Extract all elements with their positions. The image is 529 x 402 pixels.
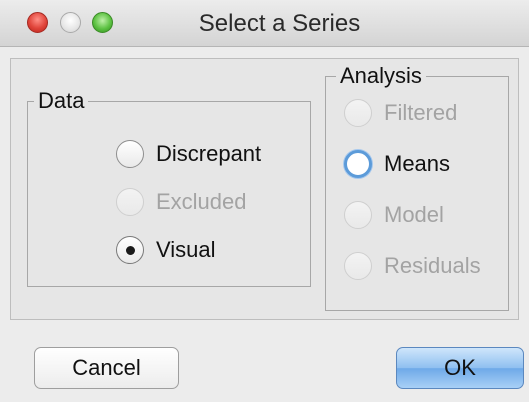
model-label: Model [384, 202, 444, 227]
visual-radio-checked-icon[interactable] [116, 236, 144, 264]
residuals-radio-icon [344, 252, 372, 280]
means-label: Means [384, 151, 451, 176]
discrepant-radio-icon[interactable] [116, 140, 144, 168]
window-title: Select a Series [198, 10, 361, 37]
model-radio-icon [344, 201, 372, 229]
discrepant-label: Discrepant [156, 141, 262, 166]
excluded-radio-icon [116, 188, 144, 216]
ok-button[interactable]: OK [396, 347, 524, 389]
residuals-label: Residuals [384, 253, 481, 278]
analysis-group-legend: Analysis [336, 63, 426, 89]
radio-option-means[interactable]: Means [344, 150, 450, 178]
radio-option-excluded: Excluded [116, 188, 247, 216]
data-group: Data Discrepant Excluded Visual [27, 88, 311, 287]
visual-label: Visual [156, 237, 216, 262]
dialog-content-panel: Data Discrepant Excluded Visual Analysis… [10, 58, 519, 320]
radio-option-discrepant[interactable]: Discrepant [116, 140, 261, 168]
cancel-button[interactable]: Cancel [34, 347, 179, 389]
radio-option-residuals: Residuals [344, 252, 481, 280]
means-radio-focused-icon[interactable] [344, 150, 372, 178]
data-group-legend: Data [34, 88, 89, 114]
filtered-label: Filtered [384, 100, 458, 125]
filtered-radio-icon [344, 99, 372, 127]
radio-option-visual[interactable]: Visual [116, 236, 216, 264]
analysis-group: Analysis Filtered Means Model Residuals [325, 63, 509, 311]
select-series-dialog: Select a Series Data Discrepant Excluded… [0, 0, 529, 402]
radio-option-filtered: Filtered [344, 99, 457, 127]
excluded-label: Excluded [156, 189, 247, 214]
radio-option-model: Model [344, 201, 444, 229]
title-bar: Select a Series [0, 0, 529, 47]
